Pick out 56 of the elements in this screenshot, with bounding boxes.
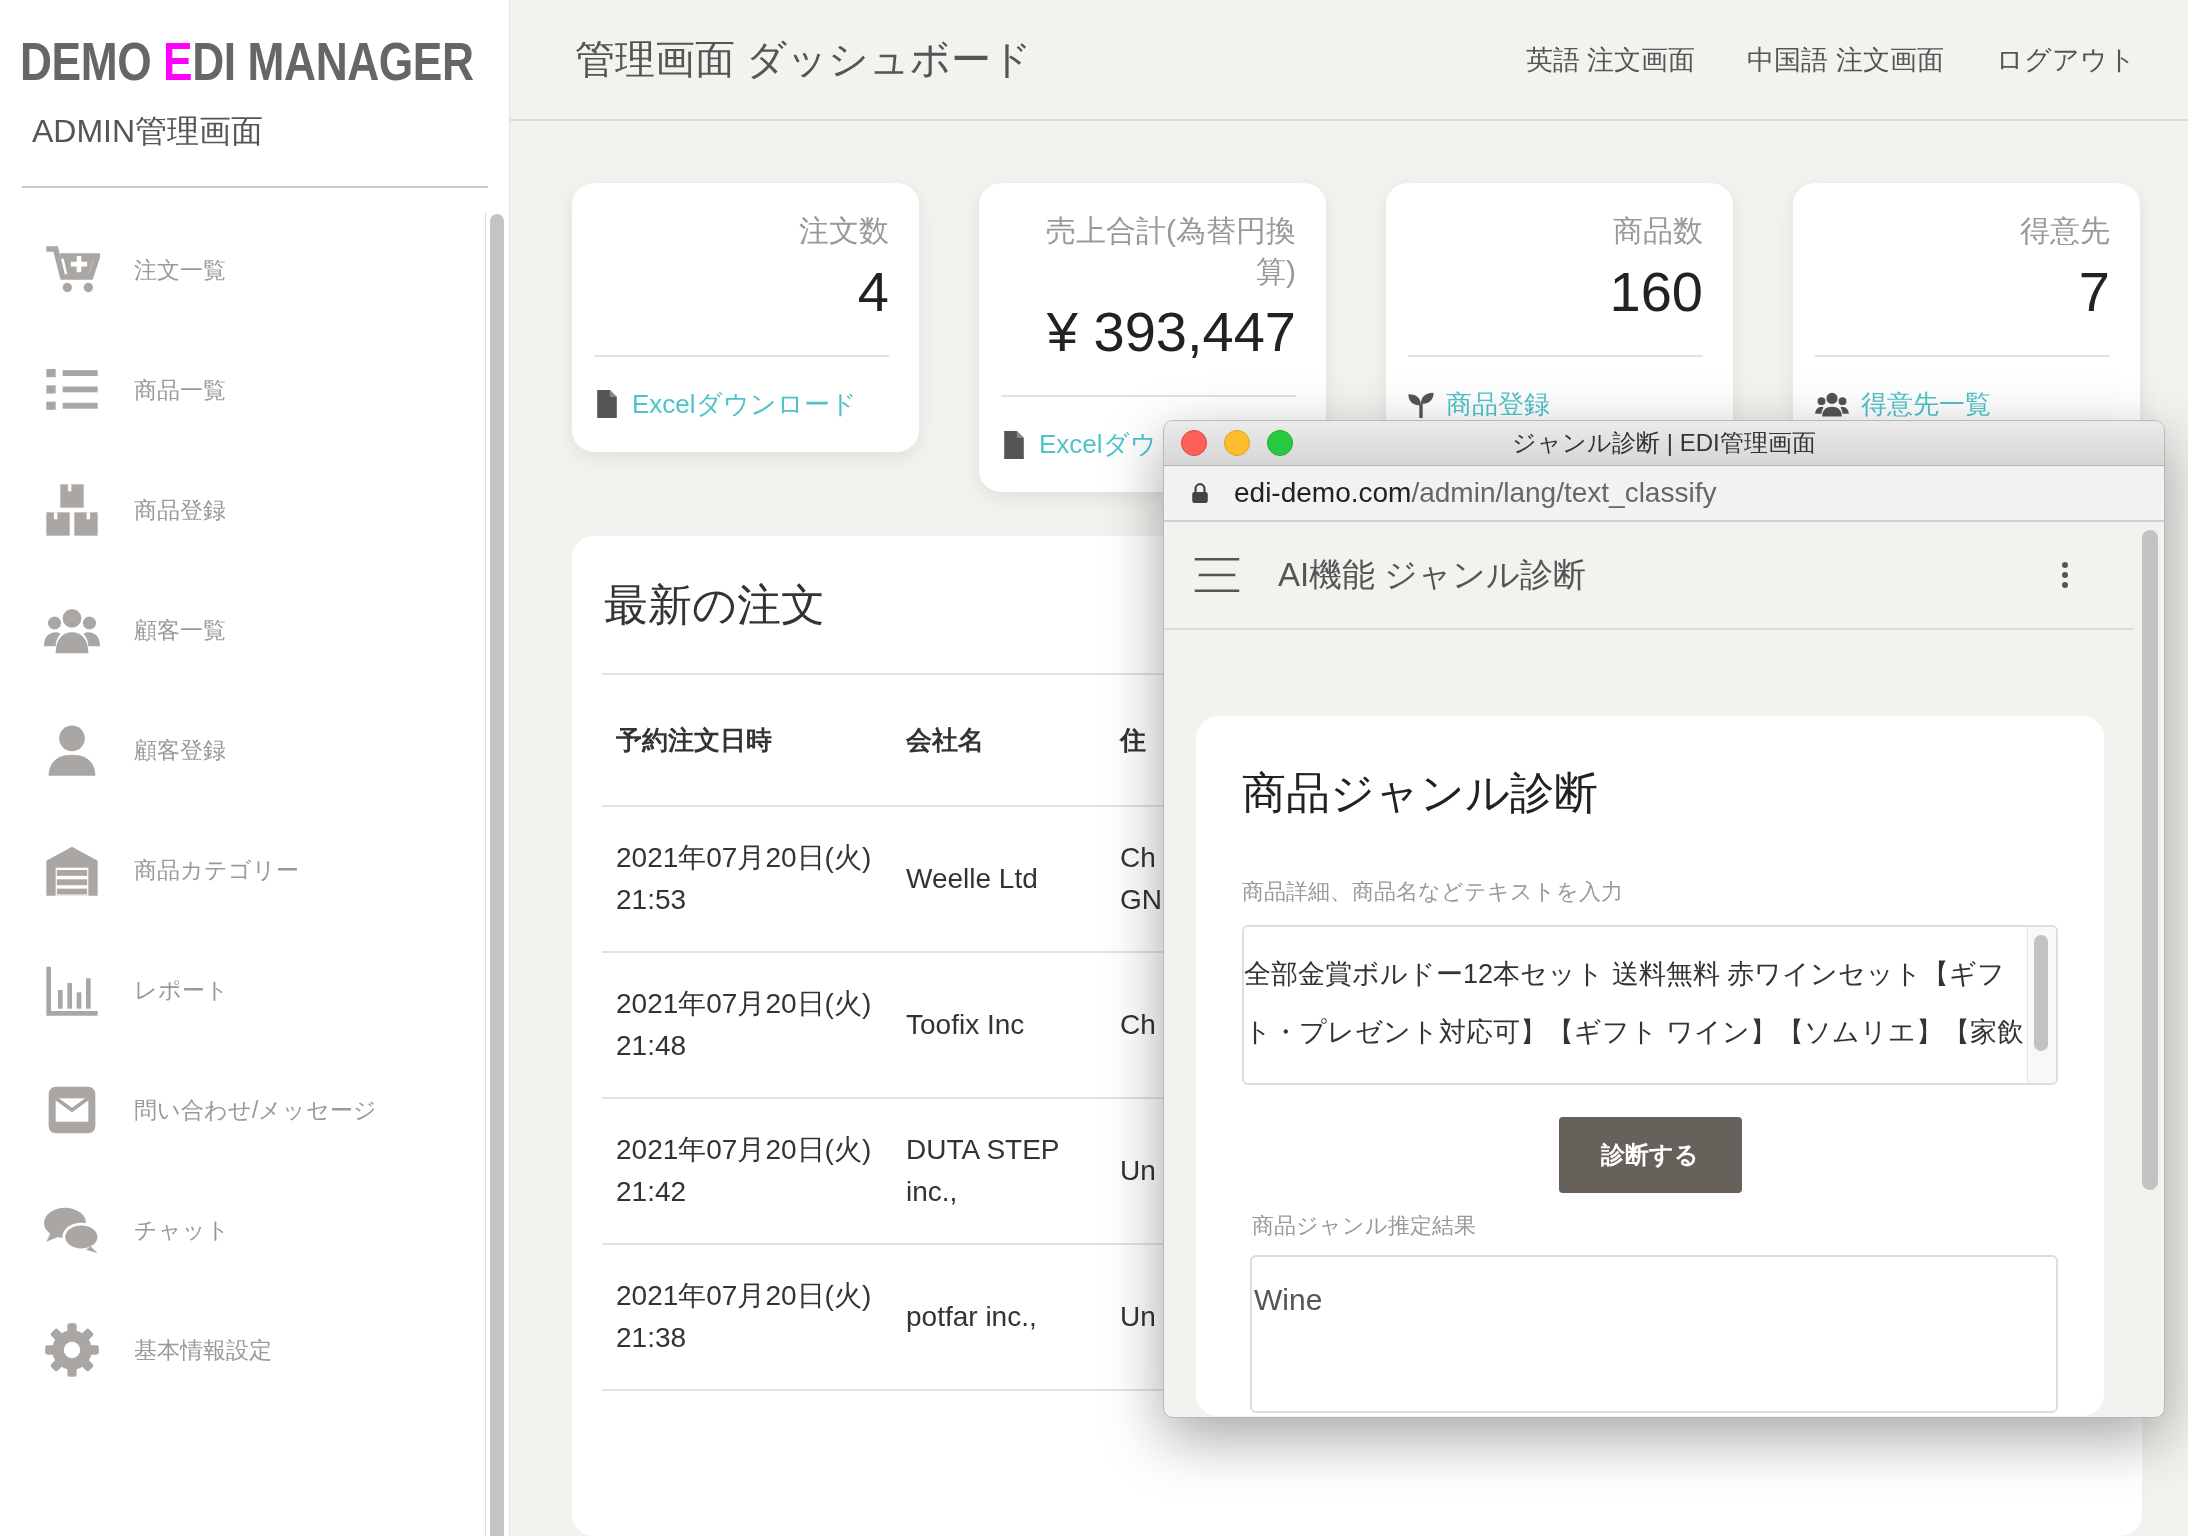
stat-value: 7 — [2077, 258, 2110, 325]
subtitle: ADMIN管理画面 — [32, 112, 264, 151]
sidebar-item[interactable]: 商品一覧 — [0, 330, 509, 450]
table-cell: 2021年07月20日(火) 21:42 — [602, 1098, 892, 1245]
users-icon — [1815, 390, 1849, 419]
sidebar-item[interactable]: 商品カテゴリー — [0, 810, 509, 930]
nav-link[interactable]: ログアウト — [1996, 41, 2136, 78]
stat-title: 得意先 — [2019, 213, 2110, 249]
scrollbar[interactable] — [490, 214, 504, 1536]
menu-icon — [1194, 558, 1240, 592]
sidebar-item[interactable]: 問い合わせ/メッセージ — [0, 1050, 509, 1170]
close-button[interactable] — [1181, 430, 1207, 456]
sidebar-item[interactable]: チャット — [0, 1170, 509, 1290]
card-title: 最新の注文 — [604, 580, 825, 630]
sprout-icon — [1408, 390, 1434, 419]
nav-link[interactable]: 英語 注文画面 — [1525, 41, 1696, 78]
scrollbar[interactable] — [2142, 530, 2158, 1190]
minimize-button[interactable] — [1224, 430, 1250, 456]
column-header: 予約注文日時 — [602, 674, 892, 807]
table-cell: 2021年07月20日(火) 21:53 — [602, 806, 892, 953]
logo: DEMO EDI MANAGER — [20, 30, 474, 92]
more-icon — [2062, 562, 2068, 588]
stat-title: 売上合計(為替円換算) — [1045, 213, 1296, 290]
table-cell: potfar inc., — [892, 1244, 1106, 1391]
app-title: AI機能 ジャンル診断 — [1278, 554, 1588, 595]
stat-value: ¥ 393,447 — [1045, 299, 1296, 365]
table-cell: Toofix Inc — [892, 952, 1106, 1099]
page-title: 管理画面 ダッシュボード — [575, 36, 1034, 83]
result-field[interactable]: Wine — [1250, 1255, 2058, 1413]
column-header: 会社名 — [892, 674, 1106, 807]
stat-value: 160 — [1608, 258, 1703, 325]
zoom-button[interactable] — [1267, 430, 1293, 456]
table-cell: DUTA STEP inc., — [892, 1098, 1106, 1245]
diagnose-button[interactable]: 診断する — [1558, 1117, 1742, 1193]
table-cell: 2021年07月20日(火) 21:38 — [602, 1244, 892, 1391]
stat-title: 商品数 — [1612, 213, 1703, 249]
nav-link[interactable]: 中国語 注文画面 — [1747, 41, 1944, 78]
sidebar-item[interactable]: 基本情報設定 — [0, 1290, 509, 1410]
card-link[interactable]: 商品登録 — [1446, 386, 1550, 422]
window-title: ジャンル診断 | EDI管理画面 — [1512, 429, 1816, 456]
boxes-icon — [44, 482, 100, 538]
sidebar-item[interactable]: 顧客登録 — [0, 690, 509, 810]
table-cell: Weelle Ltd — [892, 806, 1106, 953]
lock-icon — [1192, 483, 1208, 503]
sidebar-item[interactable]: レポート — [0, 930, 509, 1050]
sidebar-item[interactable]: 顧客一覧 — [0, 570, 509, 690]
sidebar-item[interactable]: 注文一覧 — [0, 210, 509, 330]
card-link[interactable]: Excelダウンロード — [632, 386, 857, 422]
stat-value: 4 — [856, 258, 889, 325]
card-link[interactable]: 得意先一覧 — [1861, 386, 1991, 422]
card-link[interactable]: Excelダウ — [1039, 427, 1157, 463]
gear-icon — [44, 1322, 100, 1378]
text-area[interactable]: 全部金賞ボルドー12本セット 送料無料 赤ワインセット【ギフト・プレゼント対応可】【ギフト ワイン】【ソムリエ】【家飲 — [1242, 925, 2058, 1085]
sidebar-item[interactable]: 商品登録 — [0, 450, 509, 570]
table-cell: 2021年07月20日(火) 21:48 — [602, 952, 892, 1099]
stat-title: 注文数 — [798, 213, 889, 249]
